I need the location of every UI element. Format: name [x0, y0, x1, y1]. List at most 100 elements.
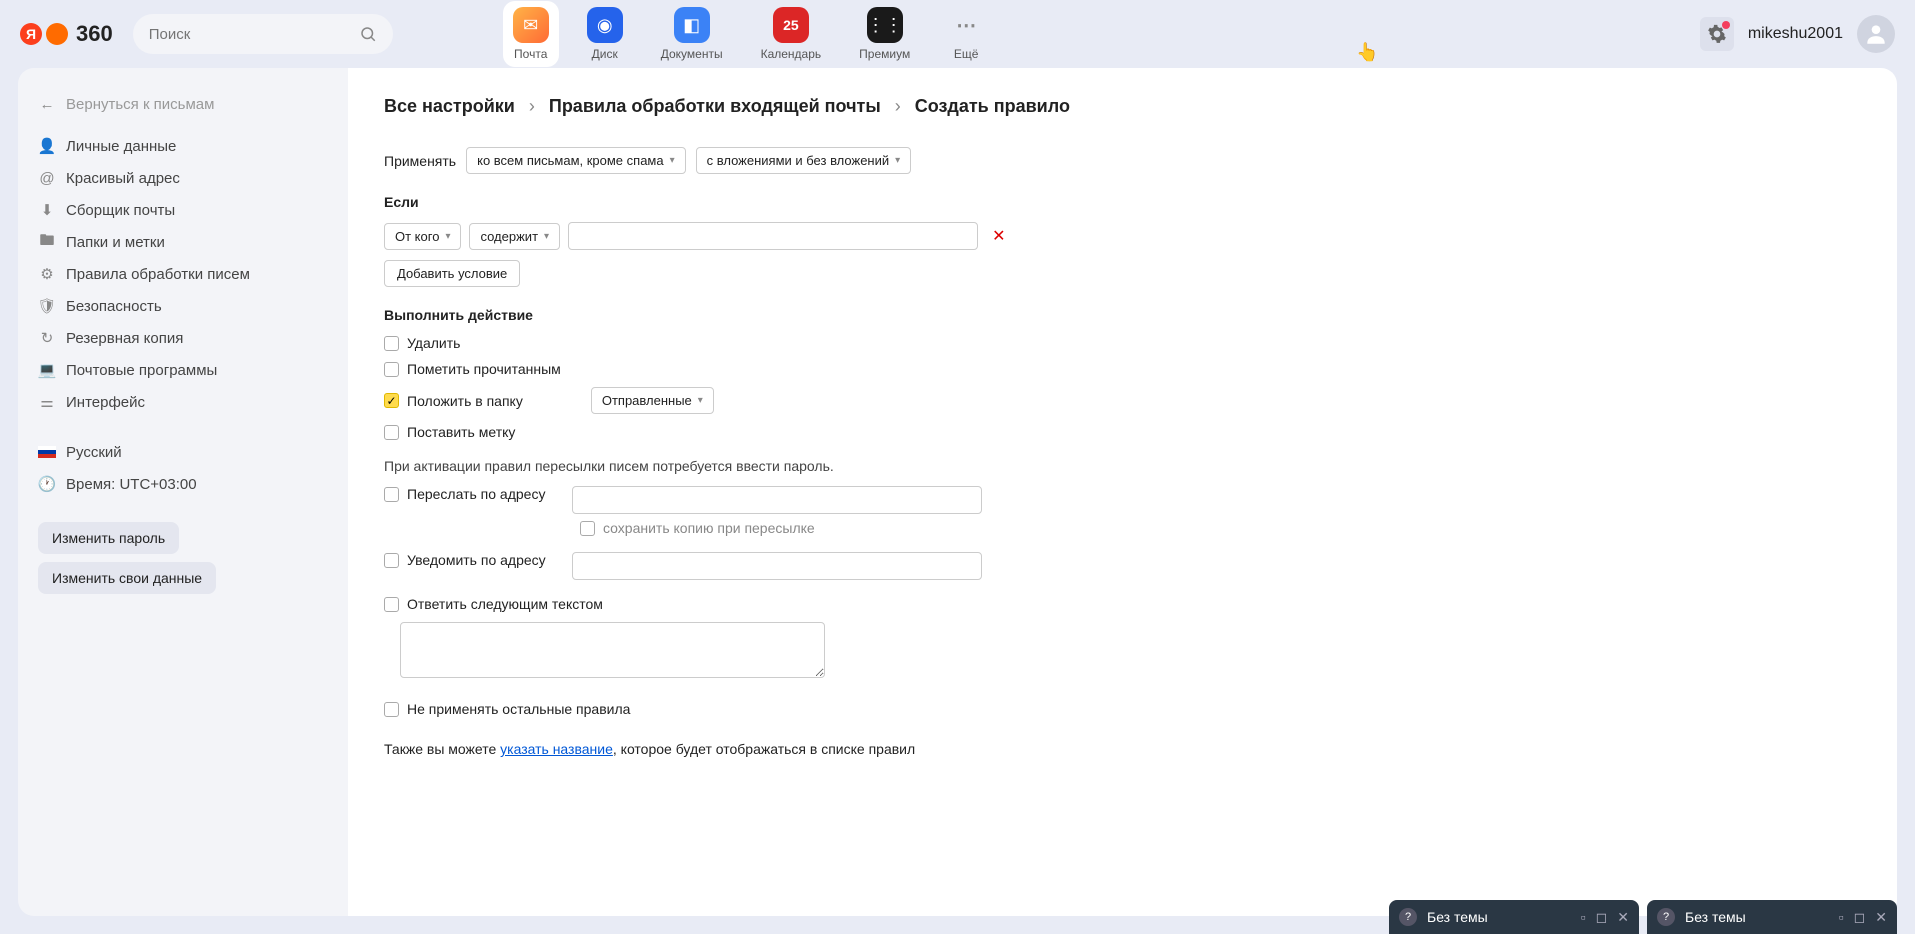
folder-dropdown[interactable]: Отправленные▾	[591, 387, 714, 414]
label-checkbox[interactable]	[384, 425, 399, 440]
chat-tab-2[interactable]: ? Без темы ▫ ◻ ✕	[1647, 900, 1897, 934]
nav-app-more[interactable]: ⋯ Ещё	[938, 1, 994, 67]
nav-app-calendar[interactable]: 25 Календарь	[751, 1, 832, 67]
condition-value-input[interactable]	[568, 222, 978, 250]
breadcrumb-0[interactable]: Все настройки	[384, 96, 515, 117]
notify-checkbox[interactable]	[384, 553, 399, 568]
remove-condition-button[interactable]: ✕	[992, 226, 1005, 246]
chevron-right-icon: ›	[529, 96, 535, 117]
forward-checkbox[interactable]	[384, 487, 399, 502]
nav-app-mail[interactable]: ✉ Почта	[503, 1, 559, 67]
sidebar-item-rules[interactable]: ⚙Правила обработки писем	[30, 258, 336, 290]
delete-checkbox[interactable]	[384, 336, 399, 351]
settings-button[interactable]	[1700, 17, 1734, 51]
avatar-icon	[1863, 21, 1889, 47]
breadcrumb-2: Создать правило	[915, 96, 1070, 117]
skip-other-checkbox[interactable]	[384, 702, 399, 717]
download-icon: ⬇	[38, 201, 56, 219]
sidebar-item-security[interactable]: 🛡Безопасность	[30, 290, 336, 322]
set-name-link[interactable]: указать название	[500, 741, 613, 757]
backup-icon: ↻	[38, 329, 56, 347]
sidebar-item-folders[interactable]: 🖿Папки и метки	[30, 226, 336, 258]
nav-app-premium[interactable]: ⋮⋮ Премиум	[849, 1, 920, 67]
header-right: mikeshu2001	[1700, 15, 1895, 53]
chat-maximize-icon[interactable]: ◻	[1596, 909, 1608, 926]
more-icon: ⋯	[948, 7, 984, 43]
sidebar-back[interactable]: ← Вернуться к письмам	[30, 88, 336, 120]
mail-icon: ✉	[513, 7, 549, 43]
forward-copy-checkbox[interactable]	[580, 521, 595, 536]
chat-close-icon[interactable]: ✕	[1875, 909, 1887, 926]
apply-scope-dropdown[interactable]: ко всем письмам, кроме спама▾	[466, 147, 686, 174]
username[interactable]: mikeshu2001	[1748, 25, 1843, 43]
at-icon: @	[38, 169, 56, 187]
gear-icon	[1707, 24, 1727, 44]
action-read-row: Пометить прочитанным	[384, 361, 1861, 377]
yandex-icon: Я	[20, 23, 42, 45]
condition-field-dropdown[interactable]: От кого▾	[384, 223, 461, 250]
apply-attach-dropdown[interactable]: с вложениями и без вложений▾	[696, 147, 912, 174]
disk-icon: ◉	[587, 7, 623, 43]
sidebar-item-address[interactable]: @Красивый адрес	[30, 162, 336, 194]
sidebar-language[interactable]: Русский	[30, 436, 336, 468]
if-title: Если	[384, 194, 1861, 210]
cursor-icon: 👆	[1356, 42, 1378, 63]
sidebar-item-clients[interactable]: 💻Почтовые программы	[30, 354, 336, 386]
question-icon: ?	[1657, 908, 1675, 926]
person-icon: 👤	[38, 137, 56, 155]
reply-text-input[interactable]	[400, 622, 825, 678]
chat-maximize-icon[interactable]: ◻	[1854, 909, 1866, 926]
laptop-icon: 💻	[38, 361, 56, 379]
apply-label: Применять	[384, 153, 456, 169]
apply-row: Применять ко всем письмам, кроме спама▾ …	[384, 147, 1861, 174]
logo-text: 360	[76, 21, 113, 47]
add-condition-button[interactable]: Добавить условие	[384, 260, 520, 287]
sidebar: ← Вернуться к письмам 👤Личные данные @Кр…	[18, 68, 348, 916]
question-icon: ?	[1399, 908, 1417, 926]
folder-checkbox[interactable]	[384, 393, 399, 408]
rules-icon: ⚙	[38, 265, 56, 283]
forward-address-input[interactable]	[572, 486, 982, 514]
reply-checkbox[interactable]	[384, 597, 399, 612]
avatar[interactable]	[1857, 15, 1895, 53]
footer-note: Также вы можете указать название, которо…	[384, 741, 1861, 757]
docs-icon: ◧	[674, 7, 710, 43]
chat-minimize-icon[interactable]: ▫	[1581, 909, 1586, 926]
action-forward-row: Переслать по адресу	[384, 486, 1861, 514]
nav-app-disk[interactable]: ◉ Диск	[577, 1, 633, 67]
chevron-right-icon: ›	[895, 96, 901, 117]
shield-icon: 🛡	[38, 297, 56, 315]
logo-360-icon	[46, 23, 68, 45]
sidebar-item-backup[interactable]: ↻Резервная копия	[30, 322, 336, 354]
sidebar-item-interface[interactable]: ⚌Интерфейс	[30, 386, 336, 418]
chevron-down-icon: ▾	[895, 155, 900, 166]
action-reply-row: Ответить следующим текстом	[384, 596, 1861, 612]
sidebar-timezone[interactable]: 🕐Время: UTC+03:00	[30, 468, 336, 500]
chat-tabs: ? Без темы ▫ ◻ ✕ ? Без темы ▫ ◻ ✕	[1389, 900, 1897, 934]
chat-close-icon[interactable]: ✕	[1617, 909, 1629, 926]
chat-minimize-icon[interactable]: ▫	[1839, 909, 1844, 926]
logo[interactable]: Я 360	[20, 21, 113, 47]
arrow-left-icon: ←	[38, 95, 56, 113]
change-password-button[interactable]: Изменить пароль	[38, 522, 179, 554]
nav-apps: ✉ Почта ◉ Диск ◧ Документы 25 Календарь …	[503, 1, 994, 67]
chat-tab-1[interactable]: ? Без темы ▫ ◻ ✕	[1389, 900, 1639, 934]
nav-app-docs[interactable]: ◧ Документы	[651, 1, 733, 67]
sidebar-item-personal[interactable]: 👤Личные данные	[30, 130, 336, 162]
content: ← Вернуться к письмам 👤Личные данные @Кр…	[0, 68, 1915, 934]
action-label-row: Поставить метку	[384, 424, 1861, 440]
search-input[interactable]	[149, 26, 359, 43]
change-data-button[interactable]: Изменить свои данные	[38, 562, 216, 594]
chevron-down-icon: ▾	[544, 231, 549, 242]
notify-address-input[interactable]	[572, 552, 982, 580]
forward-copy-row: сохранить копию при пересылке	[580, 520, 1861, 536]
condition-op-dropdown[interactable]: содержит▾	[469, 223, 560, 250]
breadcrumb-1[interactable]: Правила обработки входящей почты	[549, 96, 881, 117]
condition-row: От кого▾ содержит▾ ✕	[384, 222, 1861, 250]
search-box[interactable]	[133, 14, 393, 54]
sidebar-item-collector[interactable]: ⬇Сборщик почты	[30, 194, 336, 226]
folder-icon: 🖿	[38, 233, 56, 251]
flag-ru-icon	[38, 443, 56, 461]
clock-icon: 🕐	[38, 475, 56, 493]
read-checkbox[interactable]	[384, 362, 399, 377]
